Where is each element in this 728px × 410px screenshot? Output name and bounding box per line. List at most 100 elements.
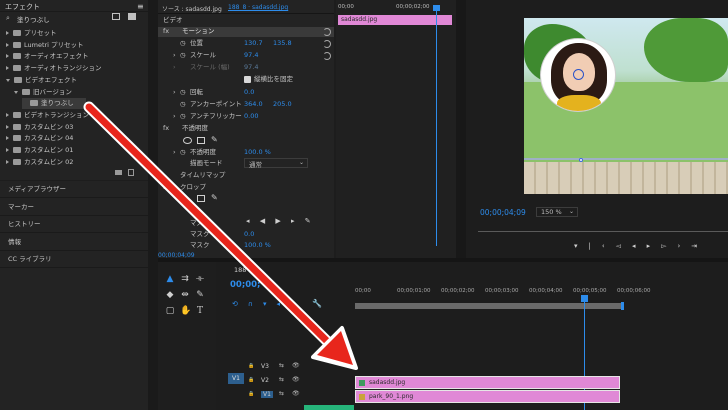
delete-icon[interactable]: [128, 169, 134, 176]
mask-value[interactable]: 0.0: [244, 229, 254, 240]
side-panel-item[interactable]: 情報: [8, 237, 21, 248]
ripple-tool-icon[interactable]: ⟛: [195, 274, 205, 284]
reset-icon[interactable]: [323, 52, 331, 60]
new-folder-icon[interactable]: [115, 170, 122, 175]
program-timecode[interactable]: 00;00;04;09: [480, 208, 526, 217]
chevron-right-icon[interactable]: [6, 31, 9, 35]
anchor-y-value[interactable]: 205.0: [273, 99, 292, 110]
sync-lock-icon[interactable]: ⇆: [279, 362, 284, 369]
lock-icon[interactable]: 🔒: [248, 377, 254, 383]
mask-value[interactable]: 100.0 %: [244, 240, 271, 251]
antiflicker-value[interactable]: 0.00: [244, 111, 258, 122]
lock-icon[interactable]: 🔒: [248, 391, 254, 397]
timeline-clip[interactable]: sadasdd.jpg: [355, 376, 620, 389]
scale-stopwatch-icon[interactable]: ◷: [180, 50, 186, 61]
effects-tree-item[interactable]: 旧バージョン: [14, 87, 72, 98]
effect-controls-timecode[interactable]: 00;00;04;09: [158, 250, 195, 258]
effects-tree-item[interactable]: カスタムビン 03: [6, 122, 73, 133]
anchor-crosshair-icon[interactable]: [573, 69, 584, 80]
new-bin-icon[interactable]: [112, 13, 120, 20]
effects-tree-item[interactable]: オーディオエフェクト: [6, 51, 89, 62]
eye-icon[interactable]: 👁: [292, 376, 300, 383]
mask-tool-icons[interactable]: ◂ ◀ ▶ ▸ ✎: [246, 217, 315, 225]
zoom-select[interactable]: 150 % ⌄: [536, 207, 578, 217]
side-panel-item[interactable]: ヒストリー: [8, 219, 41, 230]
effects-tree-item[interactable]: カスタムビン 04: [6, 133, 73, 144]
hand-tool-icon[interactable]: ✋: [180, 306, 191, 316]
yuv-icon[interactable]: [128, 13, 136, 20]
track-target[interactable]: V1: [228, 373, 244, 384]
type-tool-icon[interactable]: T: [195, 306, 205, 316]
timeline-timecode[interactable]: 00;00;: [230, 280, 260, 290]
expand-icon[interactable]: ›: [173, 111, 176, 122]
effects-tree-item[interactable]: 塗りつぶし: [22, 98, 86, 110]
chevron-right-icon[interactable]: [6, 136, 9, 141]
chevron-right-icon[interactable]: [6, 42, 9, 47]
rectangle-tool-icon[interactable]: ▢: [165, 306, 175, 316]
scale-value[interactable]: 97.4: [244, 50, 258, 61]
tab-sequence[interactable]: 188_8 · sadasdd.jpg: [228, 4, 288, 11]
splitter[interactable]: [158, 258, 728, 262]
side-panel-item[interactable]: メディアブラウザー: [8, 184, 66, 195]
opacity-value[interactable]: 100.0 %: [244, 147, 271, 158]
effects-tree-item[interactable]: オーディオトランジション: [6, 63, 102, 74]
eye-icon[interactable]: 👁: [292, 390, 300, 397]
track-name[interactable]: V3: [261, 363, 269, 370]
timeline-clip[interactable]: park_90_1.png: [355, 390, 620, 403]
lock-icon[interactable]: 🔒: [248, 363, 254, 369]
reset-icon[interactable]: [323, 28, 331, 36]
side-panel-item[interactable]: マーカー: [8, 202, 34, 213]
effects-tree-item[interactable]: プリセット: [6, 28, 57, 39]
playhead-handle[interactable]: [581, 295, 588, 302]
track-select-tool-icon[interactable]: ⇉: [180, 274, 190, 284]
sync-lock-icon[interactable]: ⇆: [279, 390, 284, 397]
sync-lock-icon[interactable]: ⇆: [279, 376, 284, 383]
chevron-right-icon[interactable]: [6, 112, 9, 117]
program-viewer[interactable]: [524, 18, 728, 194]
program-transport[interactable]: ▾|‹◅◂▸▻›⇥: [574, 242, 708, 250]
chevron-right-icon[interactable]: [6, 66, 9, 71]
pen-mask-icon[interactable]: ✎: [211, 193, 218, 202]
effects-tree-item[interactable]: Lumetri プリセット: [6, 40, 84, 51]
effects-tree-item[interactable]: ビデオエフェクト: [6, 75, 77, 86]
ec-playhead-handle[interactable]: [433, 5, 440, 11]
ec-mini-clip[interactable]: sadasdd.jpg: [338, 15, 452, 25]
rect-mask-icon[interactable]: [197, 137, 205, 144]
razor-tool-icon[interactable]: ◆: [165, 290, 175, 300]
chevron-right-icon[interactable]: [6, 148, 9, 152]
reset-icon[interactable]: [323, 40, 331, 48]
expand-icon[interactable]: ›: [173, 147, 176, 158]
opacity-stopwatch-icon[interactable]: ◷: [180, 147, 186, 158]
pen-mask-icon[interactable]: ✎: [211, 135, 218, 144]
chevron-down-icon[interactable]: [6, 78, 10, 82]
position-stopwatch-icon[interactable]: ◷: [180, 38, 186, 49]
effects-search-input[interactable]: 塗りつぶし: [17, 14, 50, 24]
position-y-value[interactable]: 135.8: [273, 38, 292, 49]
slip-tool-icon[interactable]: ⇹: [180, 290, 190, 300]
expand-icon[interactable]: ›: [173, 50, 176, 61]
chevron-right-icon[interactable]: [6, 124, 9, 129]
timeline-ruler[interactable]: 00;00 00;00;01;00 00;00;02;00 00;00;03;00 00…: [355, 288, 728, 300]
effects-tree-item[interactable]: カスタムビン 02: [6, 157, 73, 168]
work-area-end[interactable]: [621, 302, 624, 310]
pen-tool-icon[interactable]: ✎: [195, 290, 205, 300]
uniform-scale-checkbox[interactable]: [244, 76, 251, 83]
ec-playhead[interactable]: [436, 6, 437, 246]
ellipse-mask-icon[interactable]: [183, 137, 192, 144]
timeline-tab[interactable]: 188: [234, 266, 246, 274]
effects-tree-item[interactable]: カスタムビン 01: [6, 145, 73, 156]
rect-mask-icon[interactable]: [197, 195, 205, 202]
track-name[interactable]: V1: [261, 391, 273, 398]
wrench-icon[interactable]: 🔧: [312, 299, 322, 308]
splitter[interactable]: [148, 0, 158, 410]
blend-mode-select[interactable]: 通常 ⌄: [244, 158, 308, 169]
rotation-value[interactable]: 0.0: [244, 87, 254, 98]
anchor-stopwatch-icon[interactable]: ◷: [180, 99, 186, 110]
rotation-stopwatch-icon[interactable]: ◷: [180, 87, 186, 98]
work-area-bar[interactable]: [355, 303, 623, 309]
effects-tree-item[interactable]: ビデオトランジション: [6, 110, 89, 121]
antiflicker-stopwatch-icon[interactable]: ◷: [180, 111, 186, 122]
anchor-x-value[interactable]: 364.0: [244, 99, 263, 110]
eye-icon[interactable]: 👁: [292, 362, 300, 369]
position-x-value[interactable]: 130.7: [244, 38, 263, 49]
